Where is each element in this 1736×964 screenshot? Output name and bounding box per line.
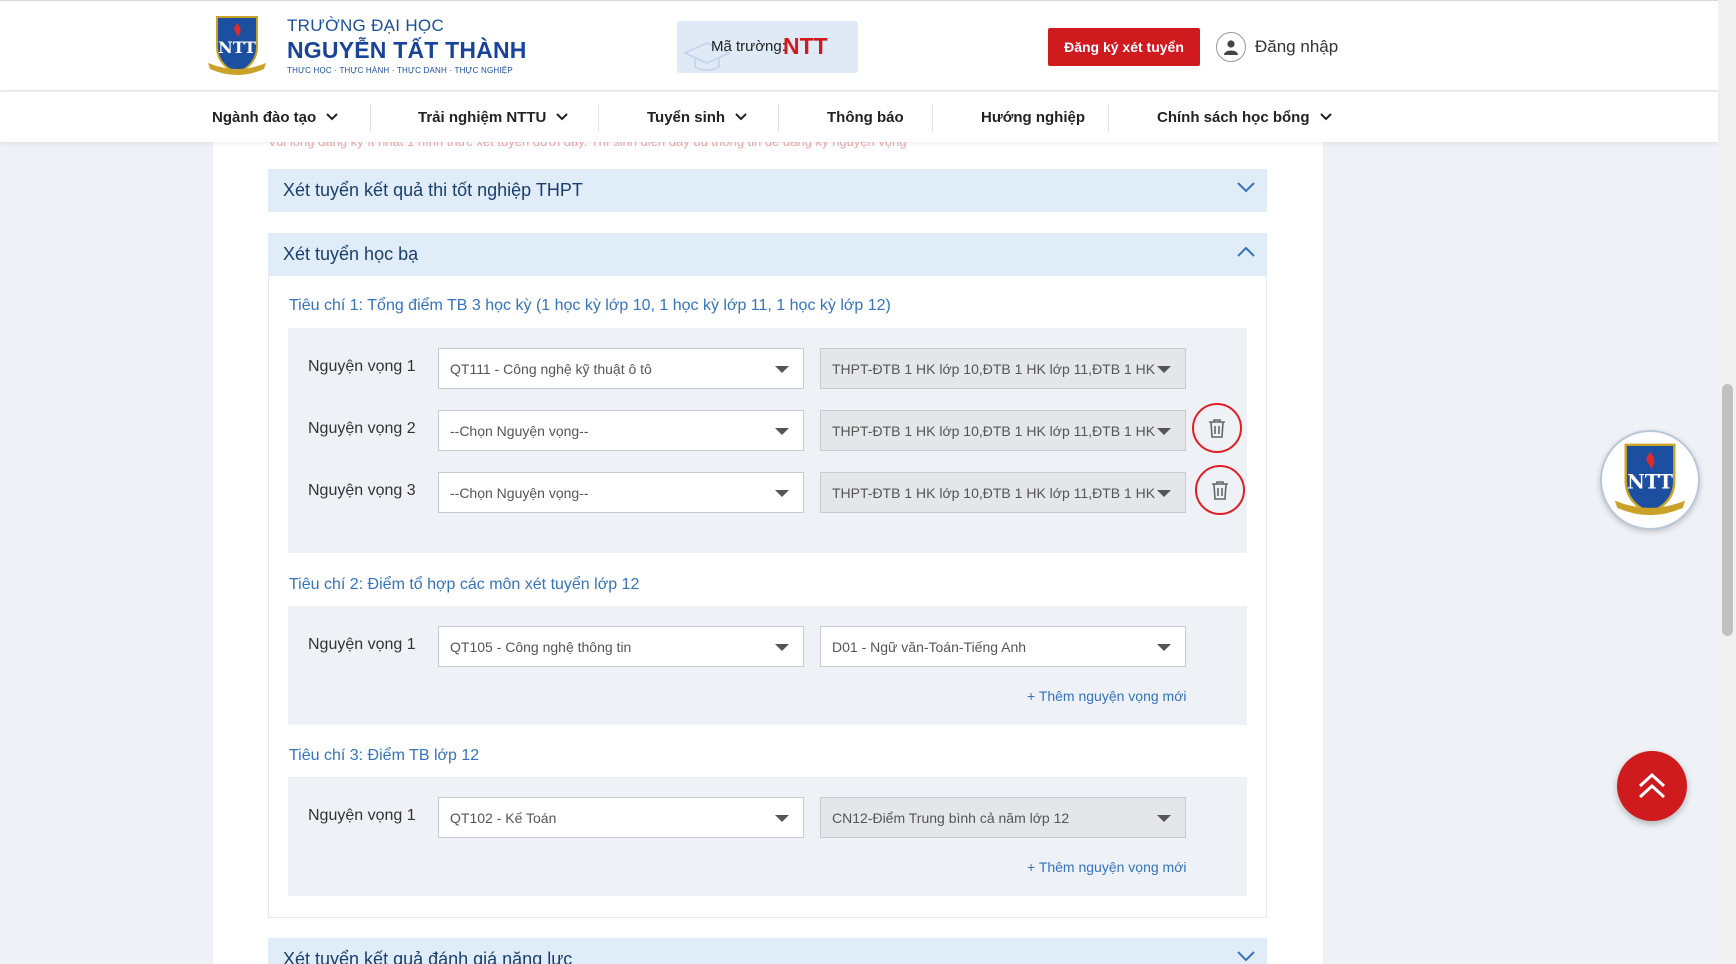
criterion-3-title: Tiêu chí 3: Điểm TB lớp 12 xyxy=(289,747,480,764)
nav-item-label: Hướng nghiệp xyxy=(981,108,1086,126)
add-wish-link[interactable]: + Thêm nguyện vọng mới xyxy=(1027,688,1187,704)
trash-icon xyxy=(1209,419,1225,438)
caret-down-icon xyxy=(1157,815,1171,822)
logo-slogan: THỰC HỌC · THỰC HÀNH · THỰC DANH · THỰC … xyxy=(287,66,513,75)
delete-wish-3-button[interactable] xyxy=(1195,465,1245,515)
nav-item-label: Thông báo xyxy=(827,108,904,126)
select-value: THPT-ĐTB 1 HK lớp 10,ĐTB 1 HK lớp 11,ĐTB… xyxy=(832,361,1156,377)
nav-item-tuyen-sinh[interactable]: Tuyển sinh xyxy=(647,92,747,142)
nav-item-nganh-dao-tao[interactable]: Ngành đào tạo xyxy=(212,92,338,142)
caret-down-icon xyxy=(775,644,789,651)
back-to-top-button[interactable] xyxy=(1617,751,1687,821)
school-logo-icon: NTT xyxy=(1614,443,1686,516)
logo-line-1: TRƯỜNG ĐẠI HỌC xyxy=(287,16,445,35)
chevron-up-icon xyxy=(1237,246,1255,257)
combo-select[interactable]: D01 - Ngữ văn-Toán-Tiếng Anh xyxy=(820,626,1186,667)
wish-label: Nguyện vọng 2 xyxy=(308,420,416,437)
accordion-thpt[interactable]: Xét tuyển kết quả thi tốt nghiệp THPT xyxy=(268,169,1267,212)
logo-line-2: NGUYỄN TẤT THÀNH xyxy=(287,37,527,63)
select-value: CN12-Điểm Trung bình cả năm lớp 12 xyxy=(832,810,1070,826)
combo-select[interactable]: THPT-ĐTB 1 HK lớp 10,ĐTB 1 HK lớp 11,ĐTB… xyxy=(820,348,1186,389)
accordion-title: Xét tuyển học bạ xyxy=(283,244,419,264)
svg-text:NTT: NTT xyxy=(1627,470,1673,493)
chevron-down-icon xyxy=(1319,113,1332,121)
chevron-down-icon xyxy=(1237,182,1255,193)
wish-label: Nguyện vọng 1 xyxy=(308,807,416,824)
accordion-danh-gia-nang-luc[interactable]: Xét tuyển kết quả đánh giá năng lực xyxy=(268,938,1267,964)
major-select[interactable]: QT105 - Công nghệ thông tin xyxy=(438,626,804,667)
major-select[interactable]: QT111 - Công nghệ kỹ thuật ô tô xyxy=(438,348,804,389)
select-value: --Chọn Nguyện vọng-- xyxy=(450,485,589,501)
school-code-value: NTT xyxy=(783,33,828,59)
caret-down-icon xyxy=(775,490,789,497)
select-value: D01 - Ngữ văn-Toán-Tiếng Anh xyxy=(832,639,1027,655)
select-value: QT111 - Công nghệ kỹ thuật ô tô xyxy=(450,361,652,377)
nav-item-label: Ngành đào tạo xyxy=(212,108,317,126)
criterion-2-title: Tiêu chí 2: Điểm tổ hợp các môn xét tuyể… xyxy=(289,576,640,593)
nav-item-chinh-sach-hoc-bong[interactable]: Chính sách học bổng xyxy=(1157,92,1332,142)
wish-label: Nguyện vọng 1 xyxy=(308,636,416,653)
wish-label: Nguyện vọng 1 xyxy=(308,358,416,375)
floating-logo-button[interactable]: NTT xyxy=(1600,430,1700,530)
select-value: THPT-ĐTB 1 HK lớp 10,ĐTB 1 HK lớp 11,ĐTB… xyxy=(832,485,1156,501)
select-value: QT105 - Công nghệ thông tin xyxy=(450,639,632,655)
caret-down-icon xyxy=(775,366,789,373)
chevron-down-icon xyxy=(326,113,338,121)
nav-item-label: Chính sách học bổng xyxy=(1157,108,1310,126)
major-select[interactable]: QT102 - Kế Toán xyxy=(438,797,804,838)
caret-down-icon xyxy=(1157,366,1171,373)
nav-item-huong-nghiep[interactable]: Hướng nghiệp xyxy=(981,92,1085,142)
accordion-title: Xét tuyển kết quả thi tốt nghiệp THPT xyxy=(283,180,583,200)
school-name[interactable]: TRƯỜNG ĐẠI HỌC NGUYỄN TẤT THÀNH THỰC HỌC… xyxy=(287,16,527,75)
accordion-hoc-ba[interactable]: Xét tuyển học bạ xyxy=(268,233,1267,276)
caret-down-icon xyxy=(1157,644,1171,651)
wish-label: Nguyện vọng 3 xyxy=(308,482,416,499)
nav-item-thong-bao[interactable]: Thông báo xyxy=(827,92,904,142)
school-logo-icon[interactable]: NTT xyxy=(204,13,270,79)
delete-wish-2-button[interactable] xyxy=(1192,403,1242,453)
select-value: --Chọn Nguyện vọng-- xyxy=(450,423,589,439)
school-code-label: Mã trường: xyxy=(711,38,786,55)
login-link[interactable]: Đăng nhập xyxy=(1216,31,1338,63)
trash-icon xyxy=(1212,481,1228,500)
caret-down-icon xyxy=(1157,490,1171,497)
combo-select[interactable]: THPT-ĐTB 1 HK lớp 10,ĐTB 1 HK lớp 11,ĐTB… xyxy=(820,410,1186,451)
login-label: Đăng nhập xyxy=(1255,37,1339,56)
caret-down-icon xyxy=(1157,428,1171,435)
major-select[interactable]: --Chọn Nguyện vọng-- xyxy=(438,410,804,451)
main-nav: Ngành đào tạo Trải nghiệm NTTU Tuyển sin… xyxy=(0,92,1718,142)
svg-text:NTT: NTT xyxy=(218,38,256,57)
criterion-1-title: Tiêu chí 1: Tổng điểm TB 3 học kỳ (1 học… xyxy=(289,297,891,314)
user-icon xyxy=(1216,32,1246,62)
add-wish-link[interactable]: + Thêm nguyện vọng mới xyxy=(1027,859,1187,875)
select-value: QT102 - Kế Toán xyxy=(450,810,557,826)
caret-down-icon xyxy=(775,815,789,822)
select-value: THPT-ĐTB 1 HK lớp 10,ĐTB 1 HK lớp 11,ĐTB… xyxy=(832,423,1156,439)
school-code-box: Mã trường: NTT xyxy=(677,21,858,73)
nav-item-label: Trải nghiệm NTTU xyxy=(418,108,547,126)
site-header: NTT TRƯỜNG ĐẠI HỌC NGUYỄN TẤT THÀNH THỰC… xyxy=(0,0,1718,91)
double-chevron-up-icon xyxy=(1638,772,1666,799)
chevron-down-icon xyxy=(735,113,747,121)
accordion-title: Xét tuyển kết quả đánh giá năng lực xyxy=(283,949,573,964)
nav-item-label: Tuyển sinh xyxy=(647,108,726,126)
caret-down-icon xyxy=(775,428,789,435)
register-button[interactable]: Đăng ký xét tuyển xyxy=(1048,28,1200,66)
nav-item-trai-nghiem[interactable]: Trải nghiệm NTTU xyxy=(418,92,569,142)
combo-select[interactable]: CN12-Điểm Trung bình cả năm lớp 12 xyxy=(820,797,1186,838)
chevron-down-icon xyxy=(556,113,569,121)
chevron-down-icon xyxy=(1237,951,1255,962)
combo-select[interactable]: THPT-ĐTB 1 HK lớp 10,ĐTB 1 HK lớp 11,ĐTB… xyxy=(820,472,1186,513)
major-select[interactable]: --Chọn Nguyện vọng-- xyxy=(438,472,804,513)
scrollbar-thumb[interactable] xyxy=(1722,384,1733,636)
